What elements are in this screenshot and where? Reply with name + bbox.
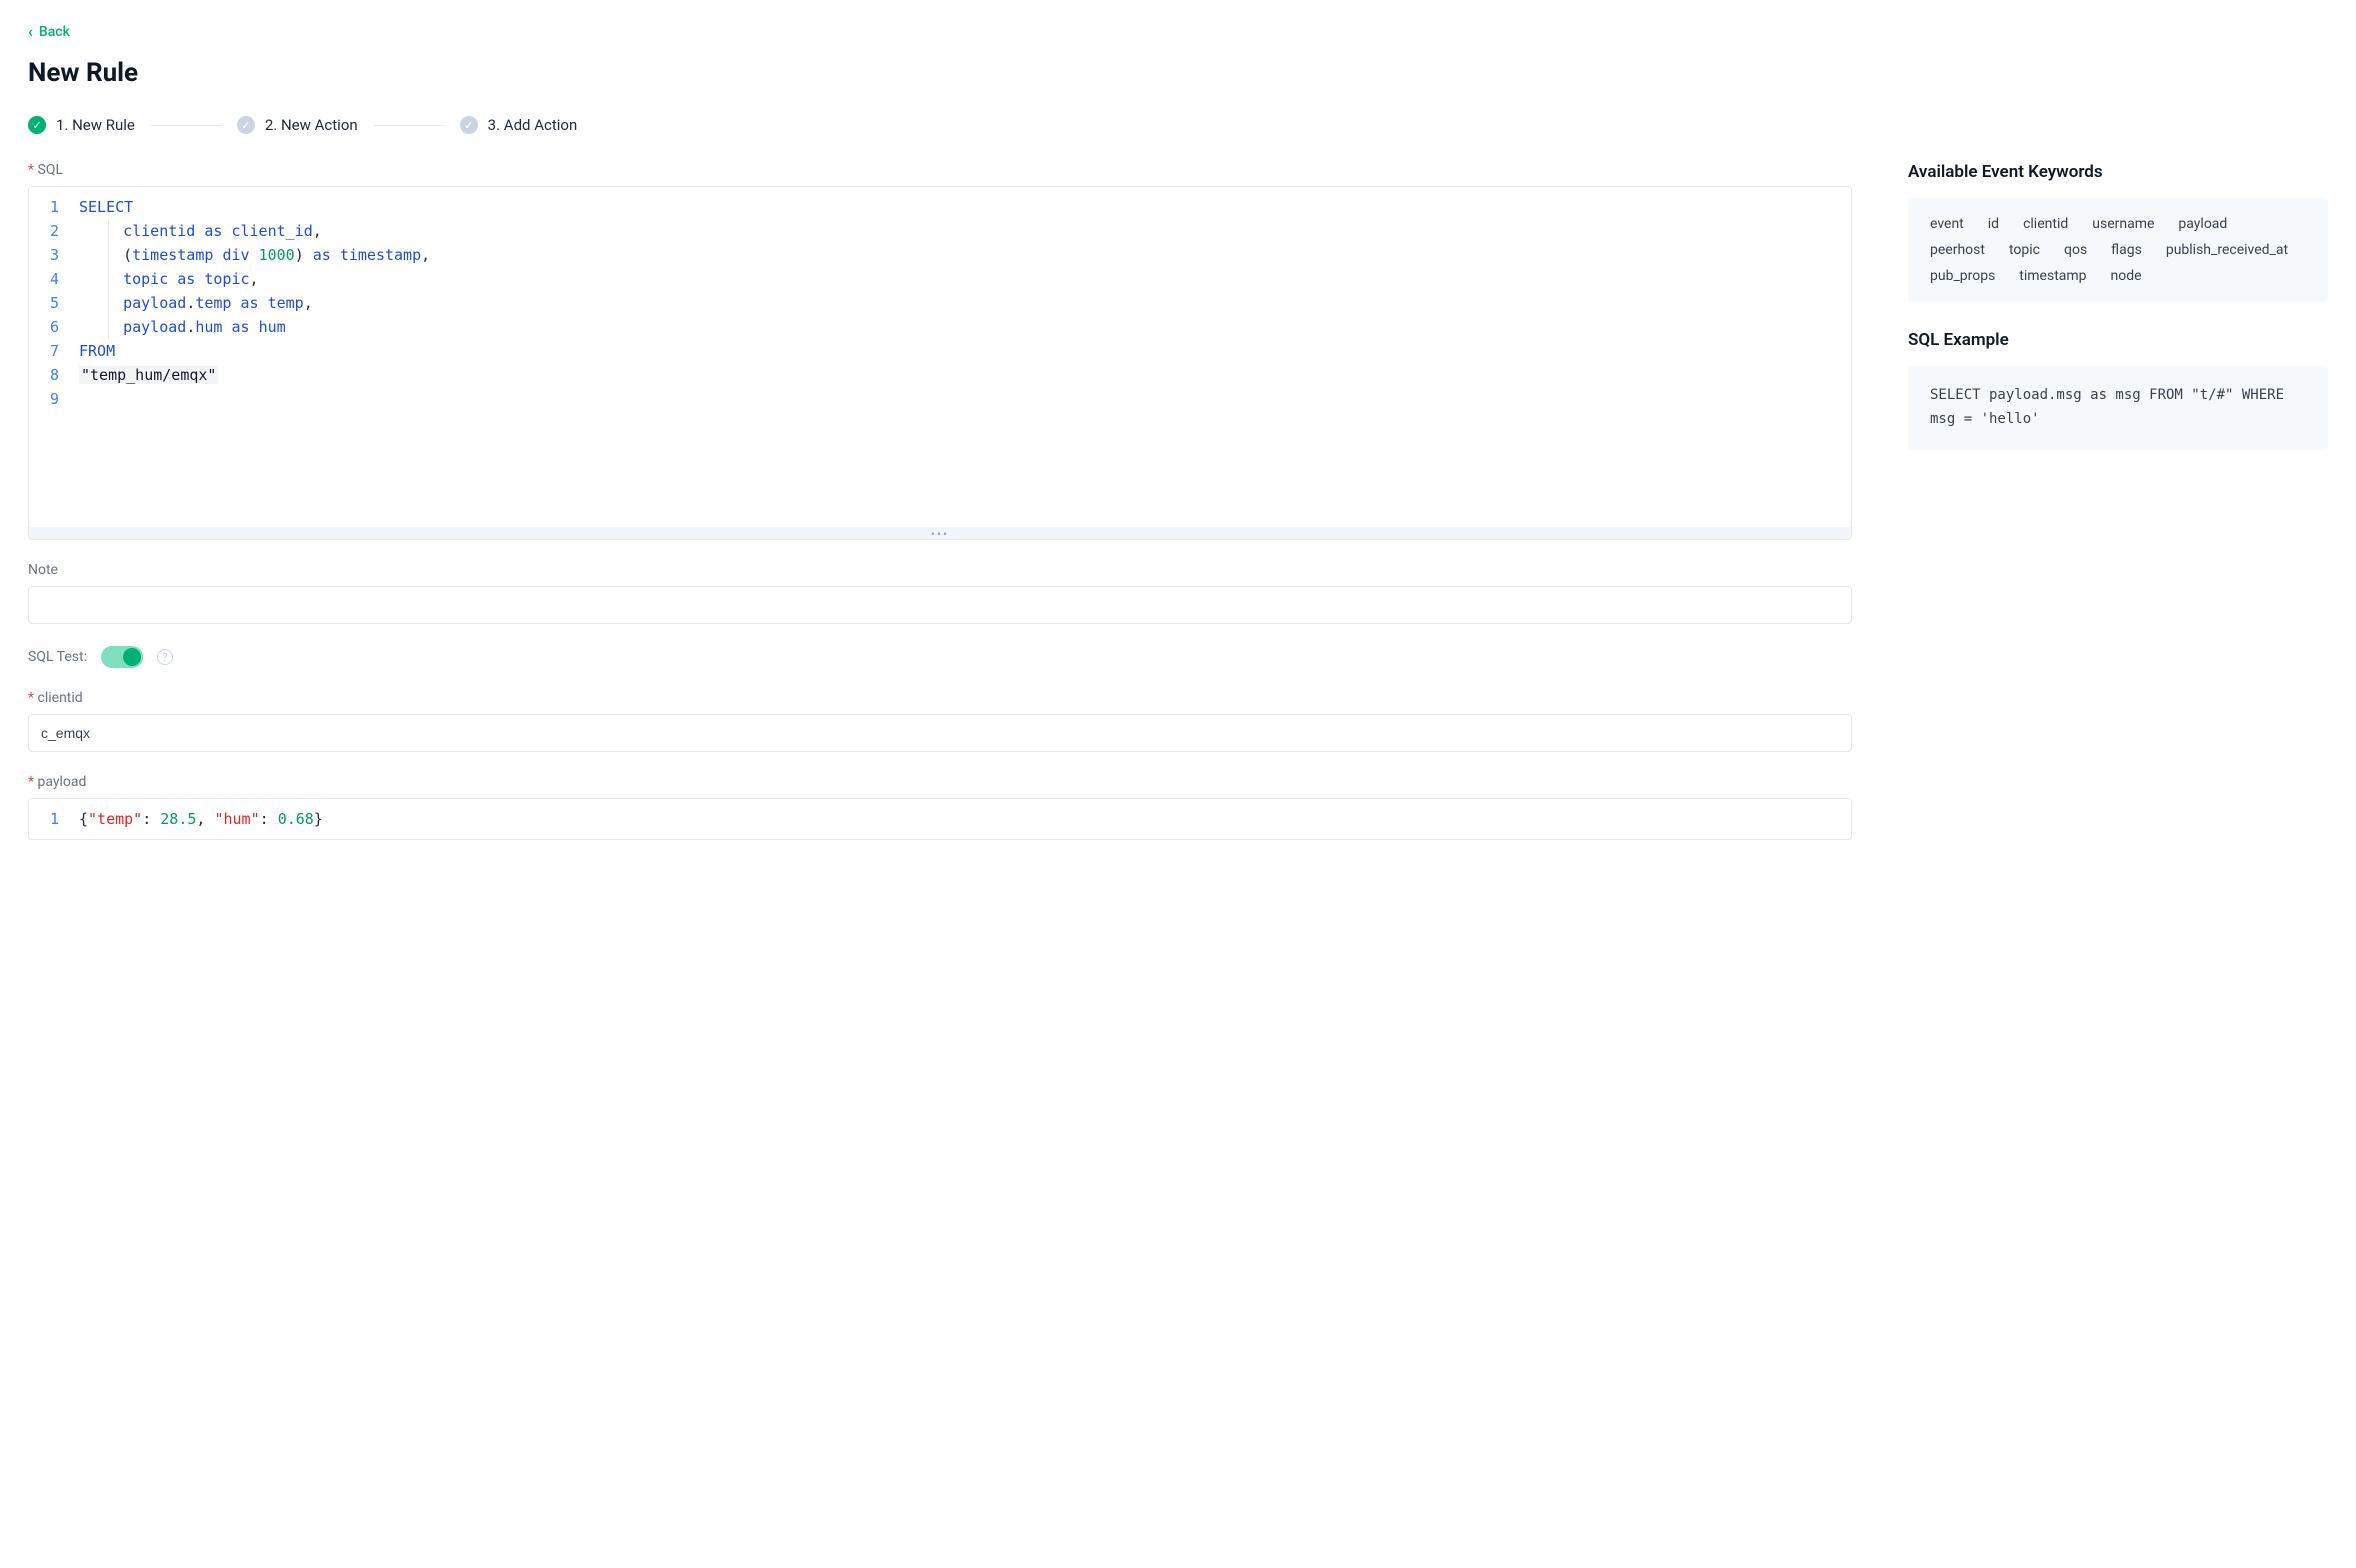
keyword-item: peerhost	[1930, 242, 1985, 258]
sql-test-label: SQL Test:	[28, 649, 87, 665]
stepper: ✓ 1. New Rule ✓ 2. New Action ✓ 3. Add A…	[28, 116, 2328, 134]
keyword-item: event	[1930, 216, 1964, 232]
step-1[interactable]: ✓ 1. New Rule	[28, 116, 135, 134]
step-divider	[374, 125, 444, 126]
step-label: 3. Add Action	[488, 116, 578, 134]
step-label: 1. New Rule	[56, 116, 135, 134]
keyword-item: publish_received_at	[2166, 242, 2288, 258]
step-label: 2. New Action	[265, 116, 358, 134]
line-gutter: 123456789	[29, 187, 69, 527]
keyword-item: clientid	[2023, 216, 2068, 232]
check-circle-icon: ✓	[28, 116, 46, 134]
keyword-item: payload	[2178, 216, 2227, 232]
step-3[interactable]: ✓ 3. Add Action	[460, 116, 578, 134]
sql-test-toggle[interactable]	[101, 646, 143, 668]
page-title: New Rule	[28, 58, 2328, 88]
keyword-item: node	[2111, 268, 2142, 284]
note-label: Note	[28, 562, 1852, 578]
keyword-item: timestamp	[2019, 268, 2086, 284]
keyword-item: id	[1988, 216, 1999, 232]
sql-example: SELECT payload.msg as msg FROM "t/#" WHE…	[1908, 366, 2328, 450]
keyword-item: username	[2092, 216, 2154, 232]
keywords-title: Available Event Keywords	[1908, 162, 2328, 182]
sql-label: SQL	[28, 162, 1852, 178]
keywords-box: event id clientid username payload peerhost to…	[1908, 198, 2328, 302]
keyword-item: qos	[2064, 242, 2087, 258]
note-input[interactable]	[28, 586, 1852, 624]
chevron-left-icon: ‹	[28, 24, 33, 40]
payload-code[interactable]: {"temp": 28.5, "hum": 0.68}	[69, 799, 1851, 839]
sql-code[interactable]: SELECT clientid as client_id, (timestamp…	[69, 187, 1851, 527]
check-circle-icon: ✓	[237, 116, 255, 134]
step-divider	[151, 125, 221, 126]
step-2[interactable]: ✓ 2. New Action	[237, 116, 358, 134]
payload-editor[interactable]: 1 {"temp": 28.5, "hum": 0.68}	[28, 798, 1852, 840]
resize-handle-icon[interactable]: •••	[29, 527, 1851, 539]
toggle-knob-icon	[123, 648, 141, 666]
line-gutter: 1	[29, 799, 69, 839]
back-label: Back	[39, 24, 70, 40]
back-link[interactable]: ‹ Back	[28, 24, 70, 40]
clientid-label: clientid	[28, 690, 1852, 706]
sql-editor[interactable]: 123456789 SELECT clientid as client_id, …	[28, 186, 1852, 540]
keyword-item: pub_props	[1930, 268, 1995, 284]
help-icon[interactable]: ?	[157, 649, 173, 665]
keyword-item: flags	[2111, 242, 2142, 258]
payload-label: payload	[28, 774, 1852, 790]
keyword-item: topic	[2009, 242, 2040, 258]
example-title: SQL Example	[1908, 330, 2328, 350]
clientid-input[interactable]	[28, 714, 1852, 752]
check-circle-icon: ✓	[460, 116, 478, 134]
